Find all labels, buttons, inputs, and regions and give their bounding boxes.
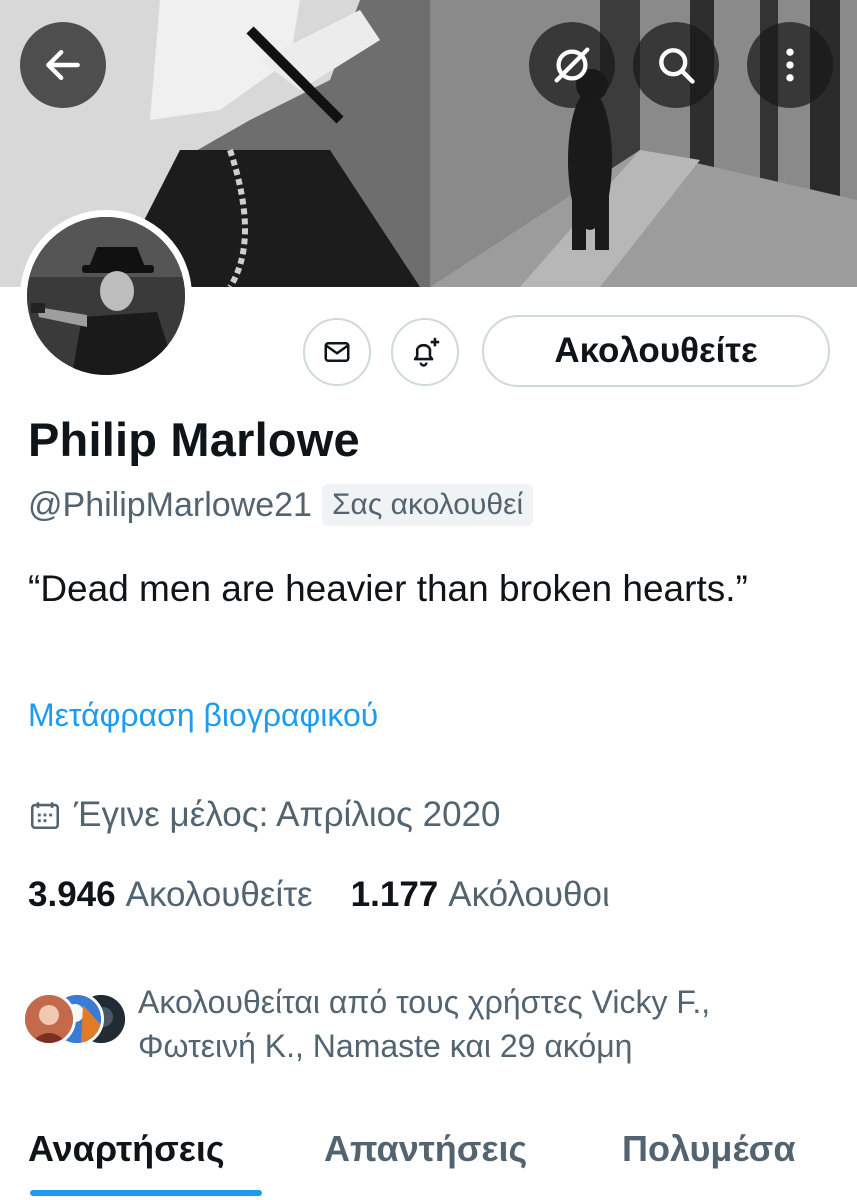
tab-media[interactable]: Πολυμέσα [622, 1128, 795, 1170]
follower-avatars [22, 992, 130, 1050]
handle-row: @PhilipMarlowe21 Σας ακολουθεί [28, 484, 534, 526]
following-count: 3.946 [28, 875, 116, 914]
profile-name: Philip Marlowe [28, 413, 360, 466]
followers-count: 1.177 [350, 875, 439, 914]
more-button[interactable] [747, 22, 833, 108]
notifications-button[interactable] [391, 318, 459, 386]
grok-icon [554, 47, 590, 83]
avatar-image [27, 217, 185, 375]
joined-row: Έγινε μέλος: Απρίλιος 2020 [28, 795, 501, 835]
back-button[interactable] [20, 22, 106, 108]
bell-plus-icon [413, 337, 440, 367]
tab-replies[interactable]: Απαντήσεις [324, 1128, 527, 1170]
profile-bio: “Dead men are heavier than broken hearts… [28, 568, 748, 609]
followed-by-text: Ακολουθείται από τους χρήστες Vicky F., … [138, 984, 711, 1064]
calendar-icon [30, 802, 60, 830]
following-button[interactable]: Ακολουθείτε [482, 315, 830, 387]
profile-handle: @PhilipMarlowe21 [28, 485, 312, 524]
follow-stats: 3.946 Ακολουθείτε 1.177 Ακόλουθοι [28, 875, 610, 915]
envelope-icon [324, 342, 350, 362]
profile-tabs: Αναρτήσεις Απαντήσεις Πολυμέσα [0, 1120, 857, 1200]
following-stat[interactable]: 3.946 Ακολουθείτε [28, 875, 313, 915]
message-button[interactable] [303, 318, 371, 386]
grok-button[interactable] [529, 22, 615, 108]
followed-by[interactable]: Ακολουθείται από τους χρήστες Vicky F., … [22, 980, 828, 1068]
avatar[interactable] [20, 210, 192, 382]
followers-stat[interactable]: 1.177 Ακόλουθοι [351, 875, 610, 915]
active-tab-indicator [30, 1190, 262, 1196]
follows-you-badge: Σας ακολουθεί [321, 484, 534, 526]
tab-posts[interactable]: Αναρτήσεις [28, 1128, 225, 1170]
following-label: Ακολουθείτε [125, 875, 313, 914]
more-vertical-icon [786, 48, 794, 82]
search-icon [659, 48, 695, 84]
translate-bio-link[interactable]: Μετάφραση βιογραφικού [28, 697, 378, 734]
follower-avatar [22, 992, 76, 1046]
arrow-left-icon [46, 49, 80, 81]
search-button[interactable] [633, 22, 719, 108]
followers-label: Ακόλουθοι [448, 875, 610, 914]
joined-date: Έγινε μέλος: Απρίλιος 2020 [74, 795, 501, 834]
